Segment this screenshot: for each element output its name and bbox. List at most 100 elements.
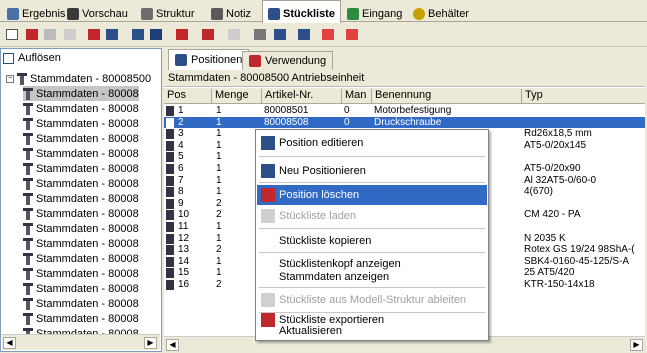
part-icon <box>166 175 174 186</box>
bom-header: Stammdaten - 80008500 Antriebseinheit <box>164 70 645 87</box>
tab-notiz[interactable]: Notiz <box>206 2 256 22</box>
insert-dropdown-button[interactable] <box>174 27 190 43</box>
tree-root[interactable]: − Stammdaten - 80008500 <box>6 71 151 86</box>
scroll-right-icon[interactable]: ▶ <box>144 337 157 349</box>
menu-separator <box>259 182 485 183</box>
aufloesen-checkbox[interactable]: Auflösen <box>3 52 61 64</box>
cell-menge: 1 <box>216 267 222 279</box>
tree-item[interactable]: Stammdaten - 80008 <box>23 176 139 191</box>
tree-item[interactable]: Stammdaten - 80008 <box>23 101 139 116</box>
tree-item[interactable]: Stammdaten - 80008 <box>23 86 139 101</box>
insert2-dropdown-button[interactable] <box>200 27 216 43</box>
cell-menge: 1 <box>216 232 222 244</box>
tab-eingang[interactable]: Eingang <box>342 2 407 22</box>
menu-item-position-loeschen[interactable]: Position löschen <box>257 185 487 205</box>
part-icon <box>166 233 174 244</box>
cell-typ: Al 32AT5-0/60-0 <box>524 174 597 186</box>
scroll-right-icon[interactable]: ▶ <box>630 339 643 351</box>
menu-separator <box>259 287 485 288</box>
cell-menge: 2 <box>216 244 222 256</box>
bom-red-button[interactable] <box>24 27 40 43</box>
cell-pos: 4 <box>178 139 184 151</box>
table-row[interactable]: 2 1 80008508 0 Druckschraube <box>164 116 645 129</box>
part-icon <box>166 245 174 256</box>
cell-menge: 1 <box>216 151 222 163</box>
cell-menge: 1 <box>216 163 222 174</box>
tree-item[interactable]: Stammdaten - 80008 <box>23 251 139 266</box>
col-man[interactable]: Man <box>342 89 372 104</box>
tree-item[interactable]: Stammdaten - 80008 <box>23 296 139 311</box>
indent-button[interactable] <box>62 27 78 43</box>
menu-item-neu-positionieren[interactable]: Neu Positionieren <box>257 161 487 181</box>
scroll-left-icon[interactable]: ◀ <box>166 339 179 351</box>
tree-item[interactable]: Stammdaten - 80008 <box>23 221 139 236</box>
cell-pos: 7 <box>178 174 184 186</box>
tree-item[interactable]: Stammdaten - 80008 <box>23 161 139 176</box>
structure-icon <box>141 7 153 20</box>
part-icon <box>23 117 33 130</box>
part-icon <box>23 312 33 325</box>
cell-menge: 1 <box>216 255 222 267</box>
tab-positionen[interactable]: Positionen <box>168 49 250 70</box>
edit-icon <box>261 136 275 150</box>
menu-item-position-editieren[interactable]: Position editieren <box>257 133 487 153</box>
cap-button[interactable] <box>344 27 360 43</box>
cell-benennung: Motorbefestigung <box>374 105 452 116</box>
tab-verwendung[interactable]: Verwendung <box>242 51 334 70</box>
tab-stueckliste[interactable]: Stückliste <box>262 0 341 23</box>
cell-pos: 2 <box>178 116 184 128</box>
tab-ergebnis[interactable]: Ergebnis <box>2 2 70 22</box>
bom-blue-button[interactable] <box>130 27 146 43</box>
cell-pos: 10 <box>178 209 190 221</box>
collapse-icon[interactable]: − <box>6 74 14 83</box>
col-typ[interactable]: Typ <box>522 89 645 104</box>
tree-item[interactable]: Stammdaten - 80008 <box>23 266 139 281</box>
tree-item[interactable]: Stammdaten - 80008 <box>23 191 139 206</box>
col-pos[interactable]: Pos <box>164 89 212 104</box>
cell-pos: 9 <box>178 197 184 209</box>
col-benennung[interactable]: Benennung <box>372 89 522 104</box>
menu-separator <box>259 252 485 253</box>
move-up-button[interactable] <box>86 27 102 43</box>
menu-item-aktualisieren[interactable]: Aktualisieren <box>257 321 487 341</box>
list-gray-button[interactable] <box>226 27 242 43</box>
tree-item[interactable]: Stammdaten - 80008 <box>23 236 139 251</box>
pps-button[interactable] <box>320 27 336 43</box>
cell-typ: SBK4-0160-45-125/S-A <box>524 255 630 267</box>
menu-item-stueckliste-laden[interactable]: Stückliste laden <box>257 206 487 226</box>
delete-position-icon <box>261 188 275 202</box>
menu-item-stueckliste-kopieren[interactable]: Stückliste kopieren <box>257 231 487 251</box>
tree-item[interactable]: Stammdaten - 80008 <box>23 131 139 146</box>
tree-item[interactable]: Stammdaten - 80008 <box>23 311 139 326</box>
tree-item[interactable]: Stammdaten - 80008 <box>23 146 139 161</box>
cell-typ: CM 420 - PA <box>524 209 581 221</box>
sub-tab-bar: Positionen Verwendung <box>164 48 645 70</box>
tab-struktur[interactable]: Struktur <box>136 2 200 22</box>
tree-item[interactable]: Stammdaten - 80008 <box>23 206 139 221</box>
table-row[interactable]: 1 1 80008501 0 Motorbefestigung <box>164 105 645 117</box>
tab-behaelter[interactable]: Behälter <box>408 2 474 22</box>
checkbox-box[interactable] <box>3 52 14 64</box>
menu-item-stammdaten[interactable]: Stammdaten anzeigen <box>257 267 487 287</box>
col-menge[interactable]: Menge <box>212 89 262 104</box>
bom-gray-button[interactable] <box>42 27 58 43</box>
context-menu: Position editieren Neu Positionieren Pos… <box>255 129 489 341</box>
numbering-button[interactable] <box>252 27 268 43</box>
part-icon <box>166 164 174 174</box>
tree-item[interactable]: Stammdaten - 80008 <box>23 281 139 296</box>
scroll-left-icon[interactable]: ◀ <box>3 337 16 349</box>
tree-item[interactable]: Stammdaten - 80008 <box>23 116 139 131</box>
part-icon <box>23 207 33 220</box>
part-icon <box>23 147 33 160</box>
bom-blue3-button[interactable] <box>296 27 312 43</box>
tab-vorschau[interactable]: Vorschau <box>62 2 133 22</box>
menu-item-modell-struktur[interactable]: Stückliste aus Modell-Struktur ableiten <box>257 290 487 310</box>
new-position-icon <box>261 164 275 178</box>
grid-button[interactable] <box>272 27 288 43</box>
bom-blue2-button[interactable] <box>148 27 164 43</box>
new-document-button[interactable] <box>4 27 20 43</box>
col-artikel[interactable]: Artikel-Nr. <box>262 89 342 104</box>
horizontal-scrollbar[interactable]: ◀ ▶ <box>2 334 160 350</box>
cell-man: 0 <box>344 116 350 128</box>
move-down-button[interactable] <box>104 27 120 43</box>
